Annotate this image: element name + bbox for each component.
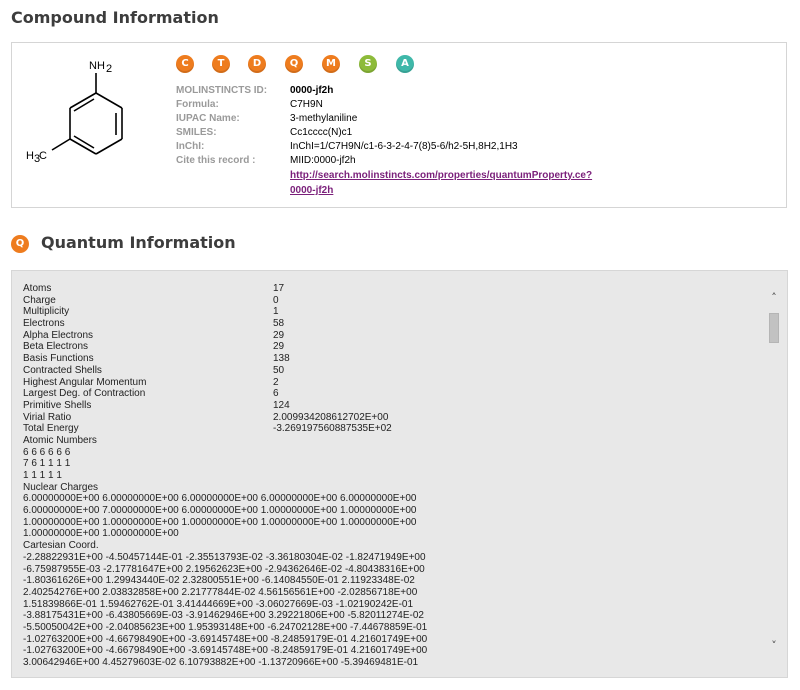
inchi-label: InChI: [176,141,205,152]
badge-a-icon[interactable]: A [396,55,414,73]
badge-s-icon[interactable]: S [359,55,377,73]
atomic-numbers-line: 7 6 1 1 1 1 [23,458,71,470]
ch3-c-label: C [39,150,47,162]
quantum-row: Contracted Shells 50 [23,365,763,377]
nh2-subscript: 2 [106,63,112,75]
nuclear-charges-line: 1.00000000E+00 1.00000000E+00 1.00000000… [23,516,417,528]
scroll-thumb[interactable] [769,313,779,343]
cartesian-coord-line: 2.40254276E+00 2.03832858E+00 2.21777844… [23,586,418,598]
atomic-numbers-line: 1 1 1 1 1 [23,470,62,481]
quantum-row: Basis Functions 138 [23,353,763,365]
quantum-key: Charge [23,294,56,306]
cartesian-coord-line: -1.02763200E+00 -4.66798490E+00 -3.69145… [23,645,428,657]
quantum-row: Highest Angular Momentum 2 [23,377,763,389]
quantum-row: Primitive Shells 124 [23,400,763,412]
quantum-value: 50 [273,364,285,376]
quantum-value: 6 [273,388,279,400]
quantum-key: Virial Ratio [23,411,72,423]
badge-c-icon[interactable]: C [176,55,194,73]
quantum-key: Beta Electrons [23,341,89,353]
quantum-key: Highest Angular Momentum [23,376,147,388]
badge-q-icon[interactable]: Q [285,55,303,73]
compound-card: NH 2 H 3 C C T D Q M S A MOLINSTINCTS ID… [11,42,787,208]
quantum-value: 0 [273,294,279,306]
quantum-row: Total Energy -3.269197560887535E+02 [23,423,763,435]
quantum-key: Contracted Shells [23,364,102,376]
structure-image: NH 2 H 3 C [26,53,156,183]
quantum-value: 17 [273,283,285,294]
record-link[interactable]: http://search.molinstincts.com/propertie… [290,170,592,181]
quantum-scrollbar[interactable]: ˄ ˅ [767,291,781,663]
quantum-value: 2 [273,376,279,388]
quantum-row: Atoms 17 [23,283,763,295]
badge-m-icon[interactable]: M [322,55,340,73]
iupac-value: 3-methylaniline [290,113,358,124]
nh2-label: NH [89,60,105,72]
cartesian-coord-line: -1.02763200E+00 -4.66798490E+00 -3.69145… [23,633,428,645]
smiles-label: SMILES: [176,127,217,138]
cartesian-coord-line: -6.75987955E-03 -2.17781647E+00 2.195626… [23,563,425,575]
quantum-information-heading: Quantum Information [41,233,236,252]
quantum-value: 58 [273,318,285,330]
quantum-key: Electrons [23,318,65,330]
quantum-row: Virial Ratio 2.009934208612702E+00 [23,412,763,424]
quantum-row: Multiplicity 1 [23,306,763,318]
badge-t-icon[interactable]: T [212,55,230,73]
quantum-data-text: Atoms 17 Charge 0 Multiplicity 1 Electrons 5… [23,283,763,669]
cartesian-coord-line: -5.50050042E+00 -2.04085623E+00 1.953931… [23,621,428,633]
quantum-key: Basis Functions [23,353,94,365]
quantum-key: Primitive Shells [23,399,92,411]
record-link-continued[interactable]: 0000-jf2h [290,185,333,196]
iupac-label: IUPAC Name: [176,113,240,124]
quantum-q-icon: Q [11,235,29,253]
nuclear-charges-line: 6.00000000E+00 7.00000000E+00 6.00000000… [23,505,417,517]
nuclear-charges-line: 1.00000000E+00 1.00000000E+00 [23,528,179,540]
cartesian-coord-line: 1.51839866E-01 1.59462762E-01 3.41444669… [23,598,414,610]
quantum-key: Total Energy [23,423,79,435]
cartesian-coord-line: -3.88175431E+00 -6.43805669E-03 -3.91462… [23,610,424,622]
atomic-numbers-label: Atomic Numbers [23,434,97,446]
cartesian-coord-label: Cartesian Coord. [23,540,99,552]
nuclear-charges-label: Nuclear Charges [23,481,99,493]
atomic-numbers-line: 6 6 6 6 6 6 [23,446,71,458]
ch3-h-label: H [26,150,34,162]
quantum-key: Atoms [23,283,52,294]
quantum-row: Alpha Electrons 29 [23,330,763,342]
quantum-value: 1 [273,306,279,318]
cite-label: Cite this record : [176,155,256,166]
cite-value: MIID:0000-jf2h [290,155,356,166]
molinstincts-id-label: MOLINSTINCTS ID: [176,85,268,96]
quantum-value: -3.269197560887535E+02 [273,423,392,435]
formula-value: C7H9N [290,99,323,110]
quantum-row: Electrons 58 [23,318,763,330]
quantum-value: 29 [273,329,285,341]
compound-information-heading: Compound Information [11,8,219,27]
quantum-row: Largest Deg. of Contraction 6 [23,388,763,400]
quantum-value: 29 [273,341,285,353]
benzene-ring [51,73,123,155]
quantum-value: 124 [273,399,290,411]
cartesian-coord-line: -2.28822931E+00 -4.50457144E-01 -2.35513… [23,551,426,563]
quantum-key: Largest Deg. of Contraction [23,388,146,400]
scroll-down-icon[interactable]: ˅ [767,639,781,653]
inchi-value: InChI=1/C7H9N/c1-6-3-2-4-7(8)5-6/h2-5H,8… [290,141,518,152]
molecule-drawing: NH 2 H 3 C [26,60,123,165]
cartesian-coord-line: -1.80361626E+00 1.29943440E-02 2.3280055… [23,575,415,587]
badge-d-icon[interactable]: D [248,55,266,73]
formula-label: Formula: [176,99,219,110]
quantum-row: Beta Electrons 29 [23,341,763,353]
cartesian-coord-line: 3.00642946E+00 4.45279603E-02 6.10793882… [23,657,419,668]
quantum-key: Multiplicity [23,306,70,318]
smiles-value: Cc1cccc(N)c1 [290,127,353,138]
quantum-value: 138 [273,353,290,365]
scroll-up-icon[interactable]: ˄ [767,291,781,305]
molinstincts-id-value: 0000-jf2h [290,85,334,96]
quantum-data-panel[interactable]: Atoms 17 Charge 0 Multiplicity 1 Electrons 5… [11,270,788,678]
quantum-key: Alpha Electrons [23,329,94,341]
quantum-value: 2.009934208612702E+00 [273,411,389,423]
nuclear-charges-line: 6.00000000E+00 6.00000000E+00 6.00000000… [23,493,417,505]
quantum-row: Charge 0 [23,295,763,307]
